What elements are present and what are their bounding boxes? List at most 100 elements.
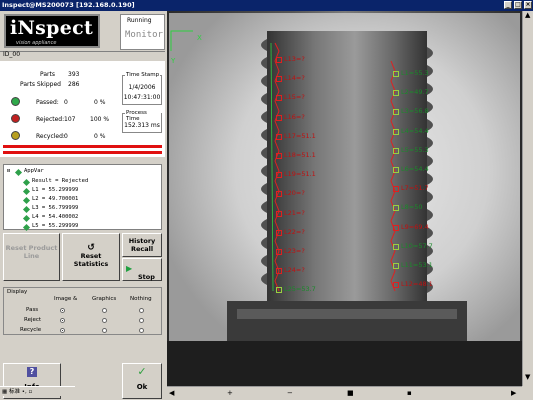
right-measurement-marker: [393, 186, 399, 193]
rejected-value: 107: [64, 116, 76, 123]
ok-label: Ok: [136, 383, 148, 391]
left-measurement-label: L17=51.1: [284, 131, 316, 140]
display-title: Display: [7, 289, 28, 295]
rejected-indicator-icon: [11, 114, 20, 123]
display-row-reject: Reject: [24, 317, 42, 323]
passed-indicator-icon: [11, 97, 20, 106]
reject-nothing-radio[interactable]: [139, 318, 144, 323]
left-measurement-label: L16=?: [284, 112, 305, 121]
recycled-value: 0: [64, 133, 68, 140]
appvar-tree[interactable]: ⊟ AppVar Result = Rejected L1 = 55.29999…: [3, 164, 162, 232]
input-method-bar[interactable]: ▦ 标准 •, ▫: [0, 386, 75, 396]
left-measurement-marker: [276, 287, 282, 294]
window-title: Inspect@MS200073 [192.168.0.190]: [2, 1, 135, 9]
recycle-image-radio[interactable]: [60, 328, 65, 333]
right-measurement-label: L8=50: [401, 203, 423, 212]
tree-item[interactable]: L2 = 49.700001: [32, 196, 78, 202]
inspect-logo: iNspect vision appliance: [4, 14, 100, 48]
timestamp-time: 10:47:31:00: [123, 94, 161, 101]
recycled-indicator-icon: [11, 131, 20, 140]
ok-button[interactable]: ✓ Ok: [122, 363, 162, 399]
stop-label: Stop: [138, 273, 155, 281]
tree-item[interactable]: L3 = 56.799999: [32, 205, 78, 211]
left-measurement-marker: [276, 172, 282, 179]
display-row-recycle: Recycle: [20, 327, 42, 333]
display-options-group: Display Image & Graphics Nothing Pass Re…: [3, 287, 162, 335]
left-measurement-label: L24=?: [284, 266, 305, 275]
reject-image-radio[interactable]: [60, 318, 65, 323]
left-measurement-marker: [276, 210, 282, 217]
scroll-left-icon[interactable]: ◀: [169, 389, 174, 397]
reject-graphics-radio[interactable]: [102, 318, 107, 323]
inspection-image[interactable]: X Y L13=? L14=? L15=? L16=? L17=51.1 L18=51.1…: [167, 11, 522, 386]
zoom-in-icon[interactable]: +: [227, 389, 233, 397]
logo-tagline: vision appliance: [16, 40, 57, 46]
horizontal-scrollbar[interactable]: ◀ + − ■ ▪ ▶: [167, 386, 522, 400]
reset-product-line-button[interactable]: Reset Product Line: [3, 233, 60, 281]
close-button[interactable]: ×: [524, 1, 532, 9]
left-measurement-label: L23=?: [284, 247, 305, 255]
right-measurement-label: L9=69.4: [401, 222, 429, 231]
pass-graphics-radio[interactable]: [102, 308, 107, 313]
scroll-down-icon[interactable]: ▼: [525, 373, 530, 381]
process-time-value: 152.313 ms: [124, 122, 160, 129]
tree-node-icon: [14, 168, 23, 177]
history-recall-button[interactable]: History Recall: [122, 233, 162, 257]
passed-value: 0: [64, 99, 68, 106]
bolt-image: [167, 11, 522, 386]
right-measurement-label: L6=54.4: [401, 165, 429, 173]
minimize-button[interactable]: _: [504, 1, 512, 9]
mode-status: Monitor: [125, 30, 163, 40]
right-measurement-label: L7=51.7: [401, 184, 429, 193]
running-status: Running: [127, 17, 152, 24]
vertical-scrollbar[interactable]: ▲ ▼: [522, 11, 533, 386]
stop-button[interactable]: ▶ Stop: [122, 258, 162, 281]
right-measurement-marker: [393, 128, 399, 135]
tree-leaf-icon: [22, 178, 31, 187]
recycle-nothing-radio[interactable]: [139, 328, 144, 333]
recycled-pct: 0 %: [94, 133, 106, 140]
right-measurement-marker: [393, 90, 399, 97]
left-measurement-label: L22=?: [284, 227, 305, 236]
reset-statistics-button[interactable]: ↺ Reset Statistics: [62, 233, 120, 281]
left-measurement-marker: [276, 95, 282, 102]
tree-expand-icon[interactable]: ⊟: [7, 168, 10, 174]
checkmark-icon: ✓: [137, 365, 147, 378]
recycle-graphics-radio[interactable]: [102, 328, 107, 333]
fit-icon[interactable]: ▪: [407, 389, 412, 397]
pass-image-radio[interactable]: [60, 308, 65, 313]
play-icon: ▶: [126, 264, 133, 273]
tree-item[interactable]: L1 = 55.299999: [32, 187, 78, 193]
process-time-label: Process Time: [125, 110, 161, 122]
origin-x-label: X: [197, 34, 202, 42]
timestamp-box: Time Stamp 1/4/2006 10:47:31:00: [122, 72, 162, 105]
tree-item[interactable]: L4 = 54.400002: [32, 214, 78, 220]
tree-leaf-icon: [22, 214, 31, 223]
display-col-graphics: Graphics: [92, 296, 117, 302]
display-col-image: Image &: [54, 296, 78, 302]
right-measurement-marker: [393, 147, 399, 154]
tree-item[interactable]: L5 = 55.299999: [32, 223, 78, 229]
right-measurement-label: L1=55.3: [401, 69, 429, 77]
right-measurement-label: L10=57.7: [401, 241, 433, 250]
timestamp-label: Time Stamp: [125, 72, 161, 78]
maximize-button[interactable]: □: [514, 1, 522, 9]
left-measurement-label: L15=?: [284, 93, 305, 102]
scroll-right-icon[interactable]: ▶: [511, 389, 516, 397]
left-measurement-label: L14=?: [284, 74, 305, 83]
rejected-pct: 100 %: [90, 116, 110, 123]
pass-nothing-radio[interactable]: [139, 308, 144, 313]
tree-leaf-icon: [22, 196, 31, 205]
right-measurement-label: L11=53.1: [401, 261, 433, 269]
help-icon: ?: [27, 367, 37, 377]
zoom-out-icon[interactable]: −: [287, 389, 293, 397]
tree-item[interactable]: Result = Rejected: [32, 178, 88, 184]
left-measurement-marker: [276, 249, 282, 255]
tree-root[interactable]: AppVar: [24, 168, 44, 174]
stop-icon[interactable]: ■: [347, 389, 354, 397]
passed-pct: 0 %: [94, 99, 106, 106]
timestamp-date: 1/4/2006: [128, 84, 156, 91]
left-measurement-marker: [276, 57, 282, 63]
scroll-up-icon[interactable]: ▲: [525, 11, 530, 19]
right-measurement-marker: [393, 282, 399, 289]
